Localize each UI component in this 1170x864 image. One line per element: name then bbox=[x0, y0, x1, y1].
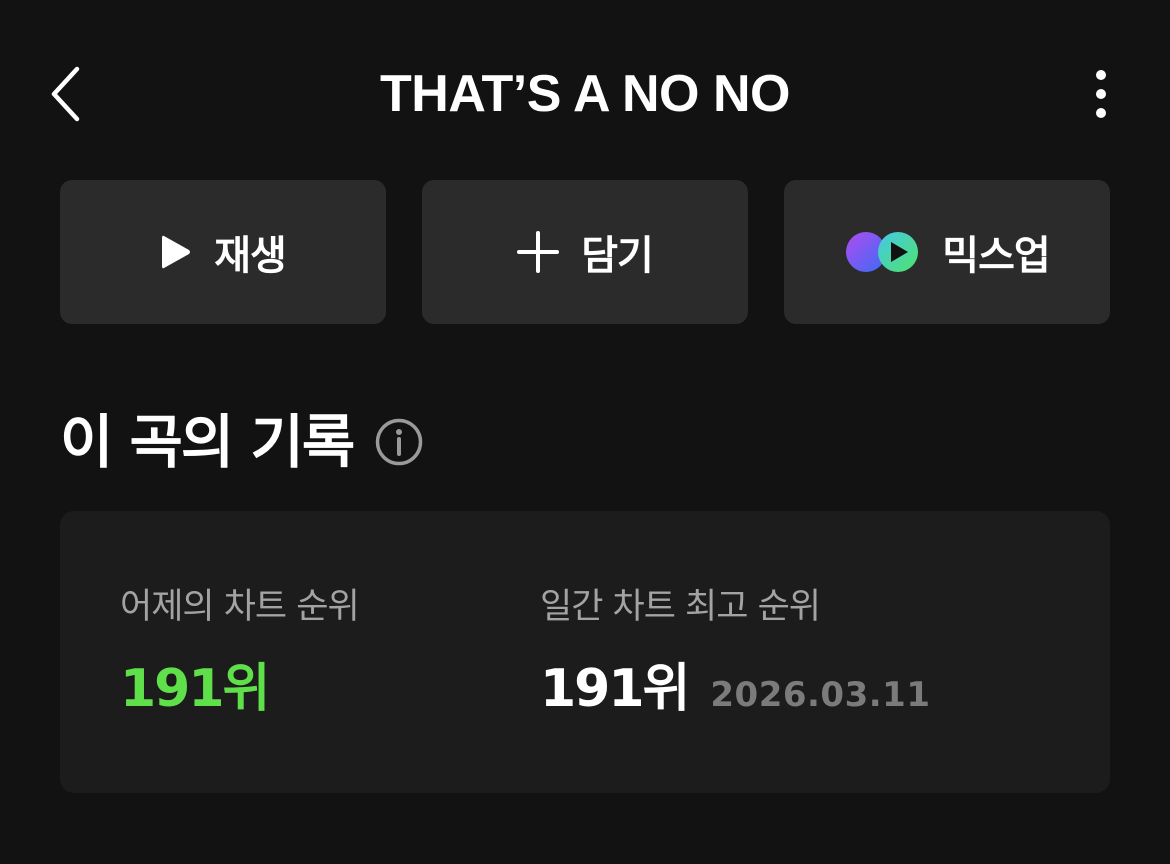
yesterday-rank-value: 191위 bbox=[120, 659, 270, 719]
action-bar: 재생 담기 믹스업 bbox=[60, 180, 1110, 324]
play-button-label: 재생 bbox=[214, 233, 287, 279]
mixup-icon bbox=[844, 230, 920, 274]
page-title: THAT’S A NO NO bbox=[380, 65, 790, 123]
peak-rank-stat: 일간 차트 최고 순위 191위 2026.03.11 bbox=[540, 583, 930, 721]
more-vertical-icon bbox=[1096, 70, 1106, 80]
more-options-button[interactable] bbox=[1076, 58, 1126, 130]
info-button[interactable] bbox=[375, 418, 423, 466]
plus-icon bbox=[517, 231, 560, 273]
top-bar: THAT’S A NO NO bbox=[0, 0, 1170, 180]
add-button[interactable]: 담기 bbox=[422, 180, 748, 324]
add-button-label: 담기 bbox=[581, 233, 654, 279]
yesterday-rank-stat: 어제의 차트 순위 191위 bbox=[120, 583, 360, 721]
chart-record-card: 어제의 차트 순위 191위 일간 차트 최고 순위 191위 2026.03.… bbox=[60, 511, 1110, 793]
yesterday-rank-label: 어제의 차트 순위 bbox=[120, 587, 360, 627]
info-icon bbox=[375, 418, 423, 466]
play-button[interactable]: 재생 bbox=[60, 180, 386, 324]
peak-rank-date: 2026.03.11 bbox=[710, 675, 931, 715]
play-icon bbox=[160, 233, 192, 271]
section-title: 이 곡의 기록 bbox=[60, 408, 355, 476]
section-header: 이 곡의 기록 bbox=[60, 404, 423, 480]
peak-rank-value: 191위 bbox=[540, 659, 690, 719]
mixup-button-label: 믹스업 bbox=[942, 233, 1050, 279]
peak-rank-label: 일간 차트 최고 순위 bbox=[540, 587, 821, 627]
mixup-button[interactable]: 믹스업 bbox=[784, 180, 1110, 324]
